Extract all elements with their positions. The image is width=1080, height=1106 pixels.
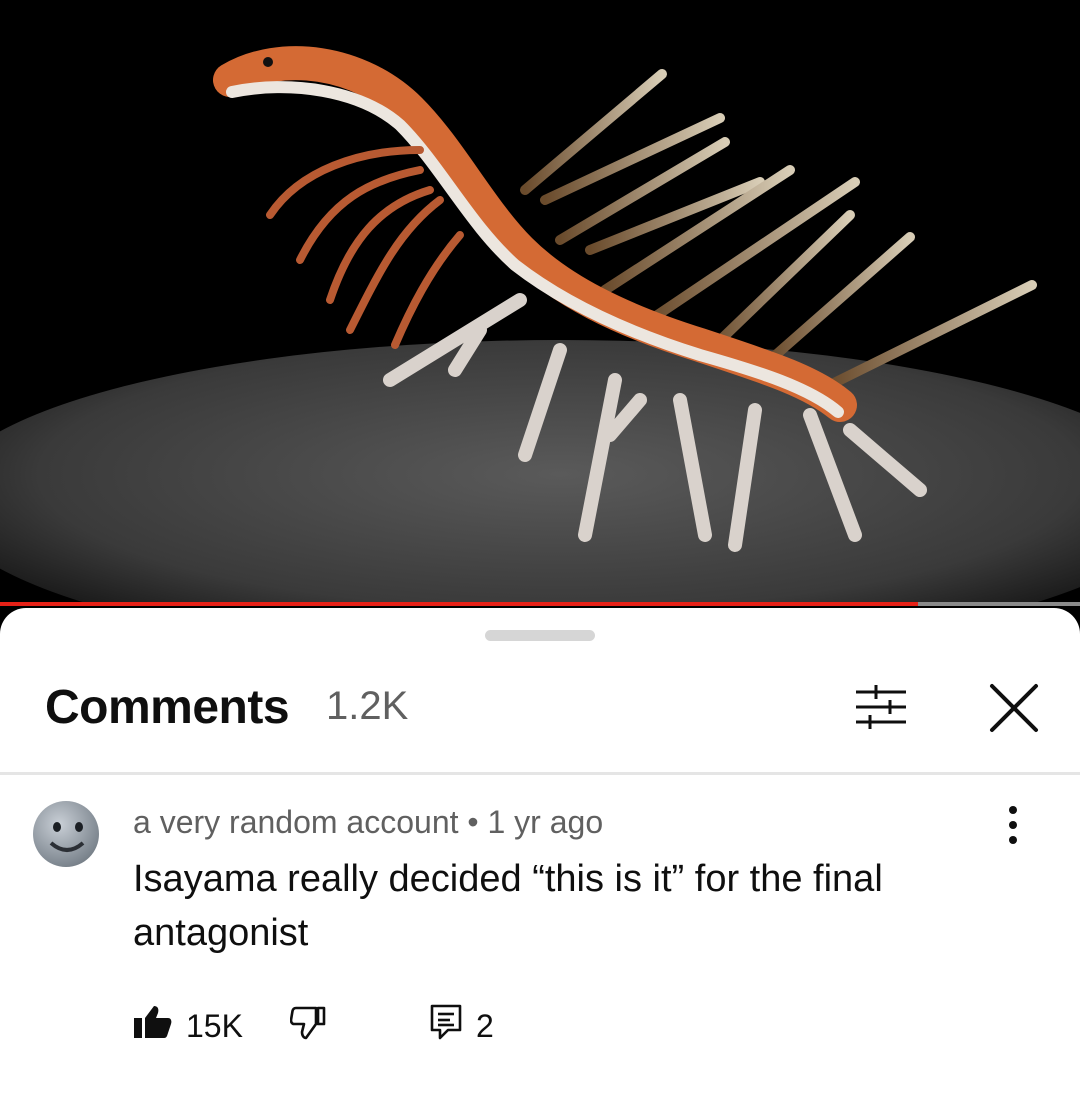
avatar-icon[interactable] [33, 801, 99, 867]
drag-handle[interactable] [485, 630, 595, 641]
thumbs-down-icon [289, 1006, 326, 1048]
thumbs-up-icon [134, 1004, 172, 1048]
like-count: 15K [186, 1007, 243, 1044]
comment-time: 1 yr ago [487, 804, 604, 840]
more-vert-icon[interactable] [998, 804, 1028, 846]
video-frame-creature [0, 0, 1080, 606]
comments-count: 1.2K [326, 684, 409, 728]
filter-sliders-icon[interactable] [852, 682, 910, 732]
comments-title: Comments [45, 681, 290, 734]
dislike-button[interactable] [289, 1006, 326, 1048]
reply-count: 2 [476, 1007, 494, 1044]
reply-button[interactable]: 2 [430, 1004, 494, 1048]
comment-meta: a very random account • 1 yr ago [133, 804, 603, 841]
video-player[interactable] [0, 0, 1080, 606]
meta-separator: • [467, 804, 479, 840]
video-progress-bar[interactable] [0, 602, 1080, 606]
comments-sheet: Comments 1.2K a very random account • 1 … [0, 608, 1080, 1106]
comment-text: Isayama really decided “this is it” for … [133, 858, 883, 954]
comment-author[interactable]: a very random account [133, 804, 459, 840]
header-divider [0, 772, 1080, 775]
video-progress-fill [0, 602, 918, 606]
close-icon[interactable] [986, 680, 1042, 736]
reply-comment-icon [430, 1004, 462, 1048]
like-button[interactable]: 15K [134, 1004, 243, 1048]
